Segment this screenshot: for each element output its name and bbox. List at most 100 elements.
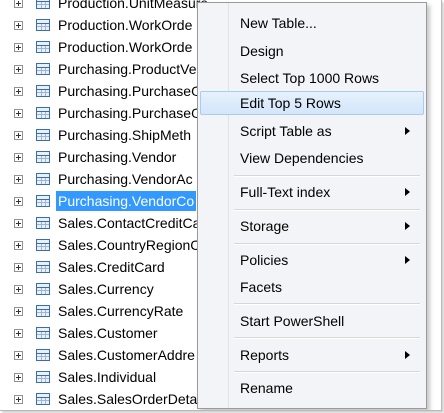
tree-node-sales-countryregioncurrency[interactable]: Sales.CountryRegionC [0, 234, 230, 256]
menu-item-label: Script Table as [240, 123, 332, 139]
table-icon [36, 371, 50, 383]
tree-node-purchasing-vendoraddress[interactable]: Purchasing.VendorAc [0, 168, 230, 190]
tree-node-sales-customeraddress[interactable]: Sales.CustomerAddre [0, 344, 230, 366]
menu-item-full-text-index[interactable]: Full-Text index [200, 180, 424, 204]
expand-plus-icon[interactable] [14, 394, 23, 404]
tree-node-production-workorder[interactable]: Production.WorkOrde [0, 14, 230, 36]
tree-node-purchasing-vendorcontact[interactable]: Purchasing.VendorCo [0, 190, 230, 212]
expand-plus-icon[interactable] [14, 152, 23, 162]
tree-node-sales-currencyrate[interactable]: Sales.CurrencyRate [0, 300, 230, 322]
menu-item-new-table[interactable]: New Table... [200, 11, 424, 35]
expand-plus-icon[interactable] [14, 218, 23, 228]
tree-node-label: Sales.CountryRegionC [58, 237, 201, 253]
menu-item-label: Start PowerShell [240, 313, 345, 329]
table-icon [36, 0, 50, 9]
tree-node-label: Purchasing.VendorAc [58, 171, 193, 187]
menu-item-storage[interactable]: Storage [200, 214, 424, 238]
tree-node-label: Production.UnitMeasure [58, 0, 209, 11]
tree-node-purchasing-purchaseorderheader[interactable]: Purchasing.PurchaseO [0, 102, 230, 124]
tree-node-purchasing-shipmethod[interactable]: Purchasing.ShipMeth [0, 124, 230, 146]
submenu-arrow-icon [405, 127, 410, 135]
menu-separator [234, 337, 420, 339]
submenu-arrow-icon [405, 188, 410, 196]
expand-plus-icon[interactable] [14, 306, 23, 316]
table-icon [36, 327, 50, 339]
menu-separator [234, 371, 420, 373]
expand-plus-icon[interactable] [14, 350, 23, 360]
tree-node-production-workorderrouting[interactable]: Production.WorkOrde [0, 36, 230, 58]
menu-item-label: Edit Top 5 Rows [240, 95, 341, 111]
expand-plus-icon[interactable] [14, 42, 23, 52]
tree-node-sales-salesorderdetail[interactable]: Sales.SalesOrderDetai [0, 388, 230, 410]
context-menu: New Table... Design Select Top 1000 Rows… [197, 2, 427, 409]
expand-plus-icon[interactable] [14, 240, 23, 250]
tree-node-purchasing-productvendor[interactable]: Purchasing.ProductVe [0, 58, 230, 80]
menu-item-label: Full-Text index [240, 184, 331, 200]
menu-item-label: New Table... [240, 15, 317, 31]
tree-node-label: Sales.Currency [58, 281, 154, 297]
tree-node-label: Purchasing.PurchaseO [58, 105, 202, 121]
tree-node-purchasing-vendor[interactable]: Purchasing.Vendor [0, 146, 230, 168]
table-icon [36, 305, 50, 317]
menu-separator [234, 243, 420, 245]
tree-node-sales-customer[interactable]: Sales.Customer [0, 322, 230, 344]
expand-plus-icon[interactable] [14, 108, 23, 118]
table-icon [36, 85, 50, 97]
table-icon [36, 129, 50, 141]
tree-node-label: Sales.Individual [58, 369, 157, 385]
menu-item-label: Rename [240, 380, 293, 396]
tree-node-sales-contactcreditcard[interactable]: Sales.ContactCreditCa [0, 212, 230, 234]
tree-node-sales-individual[interactable]: Sales.Individual [0, 366, 230, 388]
menu-item-design[interactable]: Design [200, 39, 424, 63]
expand-plus-icon[interactable] [14, 372, 23, 382]
menu-item-facets[interactable]: Facets [200, 275, 424, 299]
expand-plus-icon[interactable] [14, 20, 23, 30]
menu-item-label: Policies [240, 252, 289, 268]
menu-item-label: View Dependencies [240, 150, 364, 166]
menu-item-label: Storage [240, 218, 290, 234]
table-icon [36, 173, 50, 185]
menu-item-edit-top-5-rows[interactable]: Edit Top 5 Rows [200, 91, 424, 115]
tree-node-purchasing-purchaseorderdetail[interactable]: Purchasing.PurchaseO [0, 80, 230, 102]
tree-node-label: Sales.CreditCard [58, 259, 165, 275]
menu-item-rename[interactable]: Rename [200, 376, 424, 400]
table-icon [36, 349, 50, 361]
tree-node-label: Purchasing.ProductVe [58, 61, 197, 77]
table-icon [36, 151, 50, 163]
expand-plus-icon[interactable] [14, 130, 23, 140]
tree-node-label: Purchasing.Vendor [58, 149, 177, 165]
tree-node-production-unitmeasure[interactable]: Production.UnitMeasure [0, 0, 230, 14]
tree-node-label: Production.WorkOrde [58, 17, 193, 33]
menu-item-label: Select Top 1000 Rows [240, 70, 380, 86]
table-icon [36, 283, 50, 295]
expand-plus-icon[interactable] [14, 284, 23, 294]
expand-plus-icon[interactable] [14, 86, 23, 96]
menu-item-start-powershell[interactable]: Start PowerShell [200, 309, 424, 333]
table-icon [36, 195, 50, 207]
table-icon [36, 261, 50, 273]
expand-plus-icon[interactable] [14, 262, 23, 272]
menu-item-view-dependencies[interactable]: View Dependencies [200, 146, 424, 170]
tree-node-label: Sales.Customer [58, 325, 158, 341]
tree-node-label: Purchasing.PurchaseO [58, 83, 202, 99]
menu-item-label: Facets [240, 279, 283, 295]
menu-item-script-table-as[interactable]: Script Table as [200, 119, 424, 143]
expand-plus-icon[interactable] [14, 328, 23, 338]
tree-node-sales-creditcard[interactable]: Sales.CreditCard [0, 256, 230, 278]
menu-item-select-top-1000-rows[interactable]: Select Top 1000 Rows [200, 66, 424, 90]
expand-plus-icon[interactable] [14, 174, 23, 184]
object-explorer-window: Production.UnitMeasure Production.WorkOr… [0, 0, 442, 411]
expand-plus-icon[interactable] [14, 196, 23, 206]
tree-node-sales-currency[interactable]: Sales.Currency [0, 278, 230, 300]
menu-item-reports[interactable]: Reports [200, 343, 424, 367]
table-icon [36, 63, 50, 75]
tree-node-label: Sales.SalesOrderDetai [58, 391, 201, 407]
tree-node-label: Sales.CurrencyRate [58, 303, 184, 319]
menu-item-label: Design [240, 43, 284, 59]
menu-item-policies[interactable]: Policies [200, 248, 424, 272]
table-icon [36, 239, 50, 251]
expand-plus-icon[interactable] [14, 64, 23, 74]
submenu-arrow-icon [405, 256, 410, 264]
expand-plus-icon[interactable] [14, 0, 23, 8]
tree-node-label-selected: Purchasing.VendorCo [56, 191, 197, 211]
